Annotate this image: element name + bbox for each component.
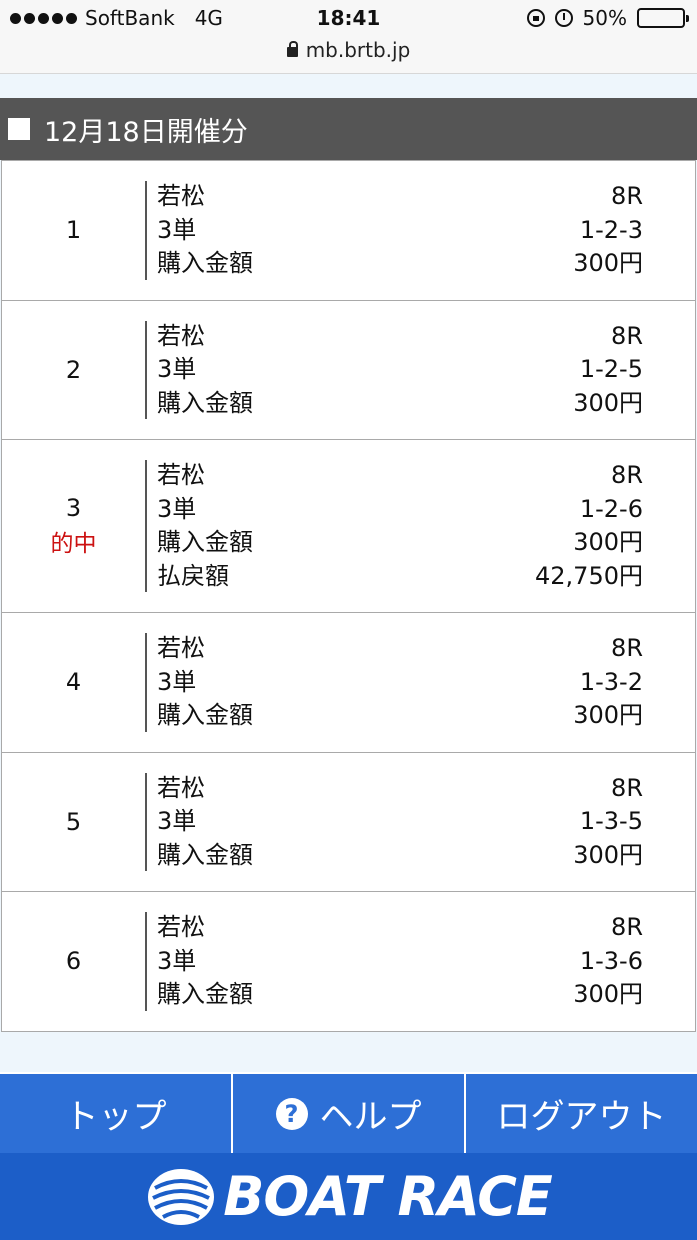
payout: 42,750円: [535, 561, 643, 590]
boatrace-logo: BOAT RACE: [145, 1165, 553, 1228]
hit-badge: 的中: [50, 531, 97, 557]
amount-label: 購入金額: [157, 701, 253, 729]
combination: 1-3-6: [579, 946, 643, 975]
bet-list: 1 若松 8R 3単 1-2-3 購入金額 300円 2 若松 8R 3単 1-2-5 購入金額 300円…: [0, 160, 697, 1032]
amount: 300円: [573, 840, 643, 869]
bet-row: 6 若松 8R 3単 1-3-6 購入金額 300円: [1, 892, 696, 1032]
bet-details: 若松 8R 3単 1-3-2 購入金額 300円: [157, 613, 643, 752]
amount: 300円: [573, 980, 643, 1008]
logout-button-label: ログアウト: [496, 1097, 667, 1137]
amount-label: 購入金額: [157, 249, 253, 277]
bet-row: 4 若松 8R 3単 1-3-2 購入金額 300円: [1, 613, 696, 753]
row-divider: [145, 181, 147, 280]
amount-label: 購入金額: [157, 528, 253, 556]
battery-icon: [637, 8, 689, 28]
bet-row: 5 若松 8R 3単 1-3-5 購入金額 300円: [1, 752, 696, 892]
venue: 若松: [157, 773, 205, 802]
help-button[interactable]: ? ヘルプ: [233, 1072, 466, 1153]
row-divider: [145, 460, 147, 592]
venue: 若松: [157, 182, 205, 210]
bet-details: 若松 8R 3単 1-3-5 購入金額 300円: [157, 753, 643, 892]
bottom-nav: トップ ? ヘルプ ログアウト: [0, 1072, 697, 1153]
bet-details: 若松 8R 3単 1-2-3 購入金額 300円: [157, 161, 643, 300]
race-number: 8R: [611, 321, 643, 350]
bet-type: 3単: [157, 667, 197, 696]
bet-number-cell: 6: [2, 892, 145, 1031]
address-bar[interactable]: mb.brtb.jp: [0, 38, 697, 62]
venue: 若松: [157, 913, 205, 941]
bet-details: 若松 8R 3単 1-2-5 購入金額 300円: [157, 301, 643, 440]
amount: 300円: [573, 701, 643, 729]
bet-number-cell: 3 的中: [2, 440, 145, 612]
bet-type: 3単: [157, 494, 197, 523]
row-divider: [145, 772, 147, 871]
race-number: 8R: [611, 913, 643, 941]
payout-label: 払戻額: [157, 561, 229, 590]
bet-row: 1 若松 8R 3単 1-2-3 購入金額 300円: [1, 160, 696, 301]
lock-icon: [286, 41, 298, 57]
top-button-label: トップ: [64, 1097, 167, 1137]
bet-number-cell: 1: [2, 161, 145, 300]
race-number: 8R: [611, 634, 643, 662]
page-header: 12月18日開催分: [0, 98, 697, 160]
bet-row: 2 若松 8R 3単 1-2-5 購入金額 300円: [1, 300, 696, 440]
row-divider: [145, 320, 147, 419]
brand-text: BOAT RACE: [223, 1165, 553, 1228]
amount-label: 購入金額: [157, 388, 253, 417]
combination: 1-2-6: [579, 494, 643, 523]
amount: 300円: [573, 528, 643, 556]
amount: 300円: [573, 388, 643, 417]
help-icon: ?: [275, 1097, 308, 1130]
bet-number-cell: 2: [2, 301, 145, 440]
row-divider: [145, 633, 147, 732]
race-number: 8R: [611, 461, 643, 489]
top-button[interactable]: トップ: [0, 1072, 233, 1153]
brand-footer: BOAT RACE: [0, 1153, 697, 1240]
amount-label: 購入金額: [157, 980, 253, 1008]
bet-number: 6: [65, 947, 82, 976]
bet-number: 5: [65, 807, 82, 836]
bet-type: 3単: [157, 215, 197, 244]
venue: 若松: [157, 634, 205, 662]
combination: 1-3-2: [579, 667, 643, 696]
combination: 1-2-3: [579, 215, 643, 244]
race-number: 8R: [611, 773, 643, 802]
bet-type: 3単: [157, 946, 197, 975]
page-title: 12月18日開催分: [44, 116, 248, 148]
combination: 1-2-5: [579, 355, 643, 383]
venue: 若松: [157, 461, 205, 489]
bet-type: 3単: [157, 355, 197, 383]
alarm-icon: [554, 9, 573, 27]
logout-button[interactable]: ログアウト: [466, 1072, 697, 1153]
bet-number-cell: 5: [2, 753, 145, 892]
bet-number: 3: [65, 494, 82, 522]
url-text: mb.brtb.jp: [305, 38, 411, 62]
bet-details: 若松 8R 3単 1-3-6 購入金額 300円: [157, 892, 643, 1031]
help-button-label: ヘルプ: [319, 1097, 422, 1137]
bet-number: 2: [65, 355, 82, 384]
bet-number: 4: [65, 668, 82, 697]
status-bar: SoftBank 4G 18:41 50% mb.brtb.jp: [0, 0, 697, 74]
rotation-lock-icon: [526, 9, 545, 27]
combination: 1-3-5: [579, 807, 643, 835]
amount-label: 購入金額: [157, 840, 253, 869]
bet-type: 3単: [157, 807, 197, 835]
venue: 若松: [157, 321, 205, 350]
battery-percent: 50%: [582, 6, 627, 30]
row-divider: [145, 912, 147, 1011]
race-number: 8R: [611, 182, 643, 210]
bet-row: 3 的中 若松 8R 3単 1-2-6 購入金額 300円払戻額 42,750円: [1, 440, 696, 613]
bet-number: 1: [65, 216, 82, 245]
bet-number-cell: 4: [2, 613, 145, 752]
boatrace-emblem-icon: [148, 1168, 215, 1225]
bet-details: 若松 8R 3単 1-2-6 購入金額 300円払戻額 42,750円: [157, 440, 643, 612]
square-bullet-icon: [8, 118, 30, 140]
amount: 300円: [573, 249, 643, 277]
